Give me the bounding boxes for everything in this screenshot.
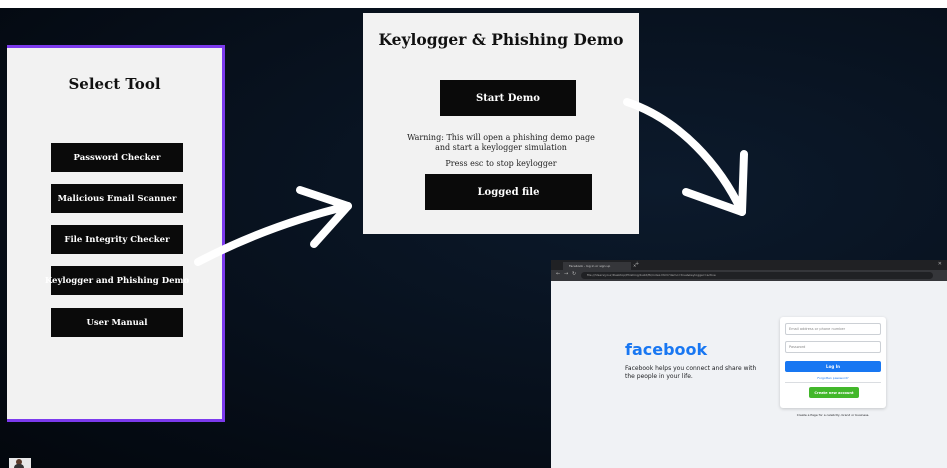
user-manual-button[interactable]: User Manual — [51, 308, 183, 337]
arrow-to-demo-head-icon — [296, 186, 352, 248]
arrow-to-browser-icon — [623, 98, 746, 216]
create-page-note[interactable]: Create a Page for a celebrity, brand or … — [780, 413, 886, 417]
phishing-browser-window: Facebook - log in or sign up ✕ + ✕ ← → ↻… — [551, 260, 947, 468]
forward-icon[interactable]: → — [564, 271, 568, 277]
arrow-to-browser-head-icon — [682, 150, 748, 216]
url-field[interactable]: file:///Users/your/Desktop/Phishing/buil… — [581, 272, 933, 279]
forgot-password-link[interactable]: Forgotten password? — [780, 376, 886, 380]
password-checker-button[interactable]: Password Checker — [51, 143, 183, 172]
facebook-tagline: Facebook helps you connect and share wit… — [625, 365, 757, 380]
login-card: Email address or phone number Password L… — [780, 317, 886, 408]
card-divider — [785, 382, 881, 383]
avatar — [9, 458, 31, 468]
window-close-icon[interactable]: ✕ — [938, 261, 942, 267]
logged-file-button[interactable]: Logged file — [425, 174, 592, 210]
facebook-logo: facebook — [625, 340, 708, 359]
file-integrity-checker-button[interactable]: File Integrity Checker — [51, 225, 183, 254]
tab-title: Facebook - log in or sign up — [569, 264, 611, 268]
reload-icon[interactable]: ↻ — [572, 271, 576, 277]
warning-text-line1: Warning: This will open a phishing demo … — [407, 133, 595, 142]
email-field[interactable]: Email address or phone number — [785, 323, 881, 335]
browser-tab[interactable]: Facebook - log in or sign up ✕ — [563, 262, 636, 270]
browser-tab-bar: Facebook - log in or sign up ✕ + ✕ — [551, 260, 947, 270]
create-account-button[interactable]: Create new account — [809, 387, 859, 398]
select-tool-title: Select Tool — [68, 75, 161, 93]
browser-address-bar: ← → ↻ file:///Users/your/Desktop/Phishin… — [551, 270, 947, 281]
malicious-email-scanner-button[interactable]: Malicious Email Scanner — [51, 184, 183, 213]
login-button[interactable]: Log In — [785, 361, 881, 372]
start-demo-button[interactable]: Start Demo — [440, 80, 576, 116]
warning-text-line2: and start a keylogger simulation — [435, 143, 567, 152]
keylogger-phishing-demo-button[interactable]: Keylogger and Phishing Demo — [45, 266, 189, 295]
demo-title: Keylogger & Phishing Demo — [378, 30, 624, 49]
back-icon[interactable]: ← — [556, 271, 560, 277]
keylogger-demo-panel: Keylogger & Phishing Demo Start Demo War… — [363, 13, 639, 234]
new-tab-icon[interactable]: + — [635, 261, 639, 267]
password-field[interactable]: Password — [785, 341, 881, 353]
top-strip — [0, 0, 947, 8]
stop-hint-text: Press esc to stop keylogger — [445, 159, 557, 168]
select-tool-panel: Select Tool Password Checker Malicious E… — [7, 45, 225, 422]
